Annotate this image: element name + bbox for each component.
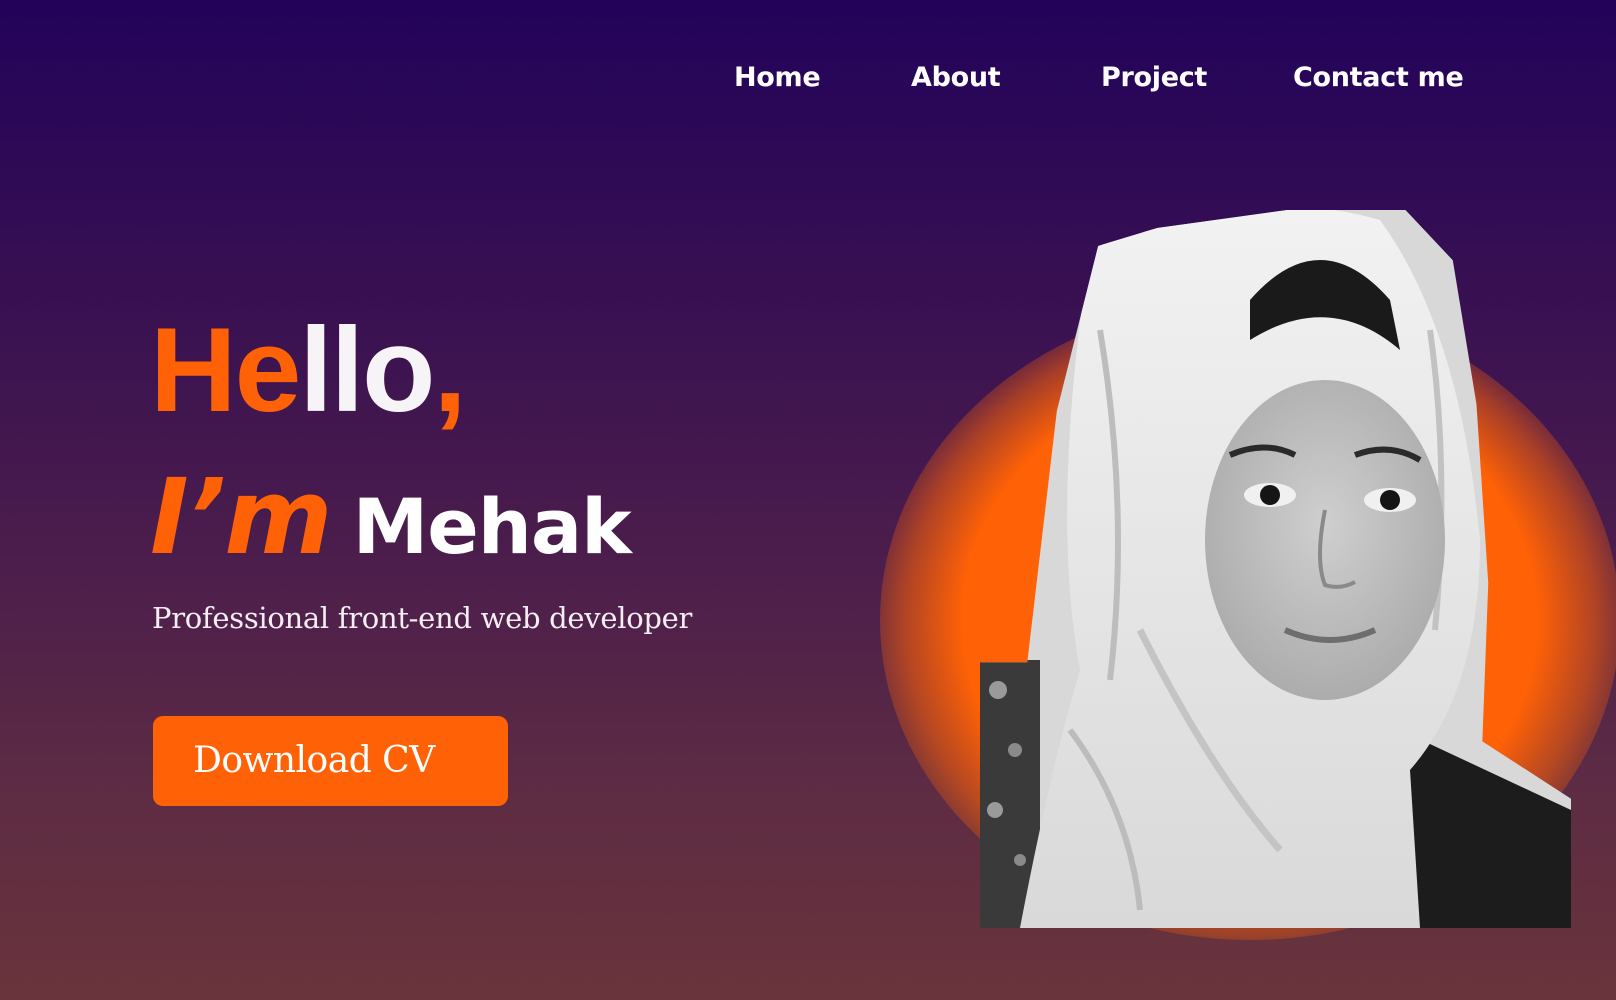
nav-link-home[interactable]: Home <box>734 58 821 98</box>
portrait-illustration <box>980 210 1571 928</box>
greeting-heading: Hello, <box>150 300 467 440</box>
intro-name: Mehak <box>352 482 632 571</box>
intro-prefix: I’m <box>150 456 333 578</box>
greeting-rest: llo <box>299 303 435 437</box>
download-cv-button[interactable]: Download CV <box>153 716 508 806</box>
portrait-photo <box>980 210 1571 928</box>
tagline: Professional front-end web developer <box>152 601 693 635</box>
greeting-comma: , <box>433 303 466 437</box>
intro-heading: I’m Mehak <box>150 462 632 600</box>
nav-link-about[interactable]: About <box>911 58 1001 98</box>
nav-link-contact[interactable]: Contact me <box>1293 58 1464 98</box>
nav-link-project[interactable]: Project <box>1101 58 1207 98</box>
main-nav: Home About Project Contact me <box>0 58 1616 98</box>
greeting-accent: He <box>150 303 301 437</box>
